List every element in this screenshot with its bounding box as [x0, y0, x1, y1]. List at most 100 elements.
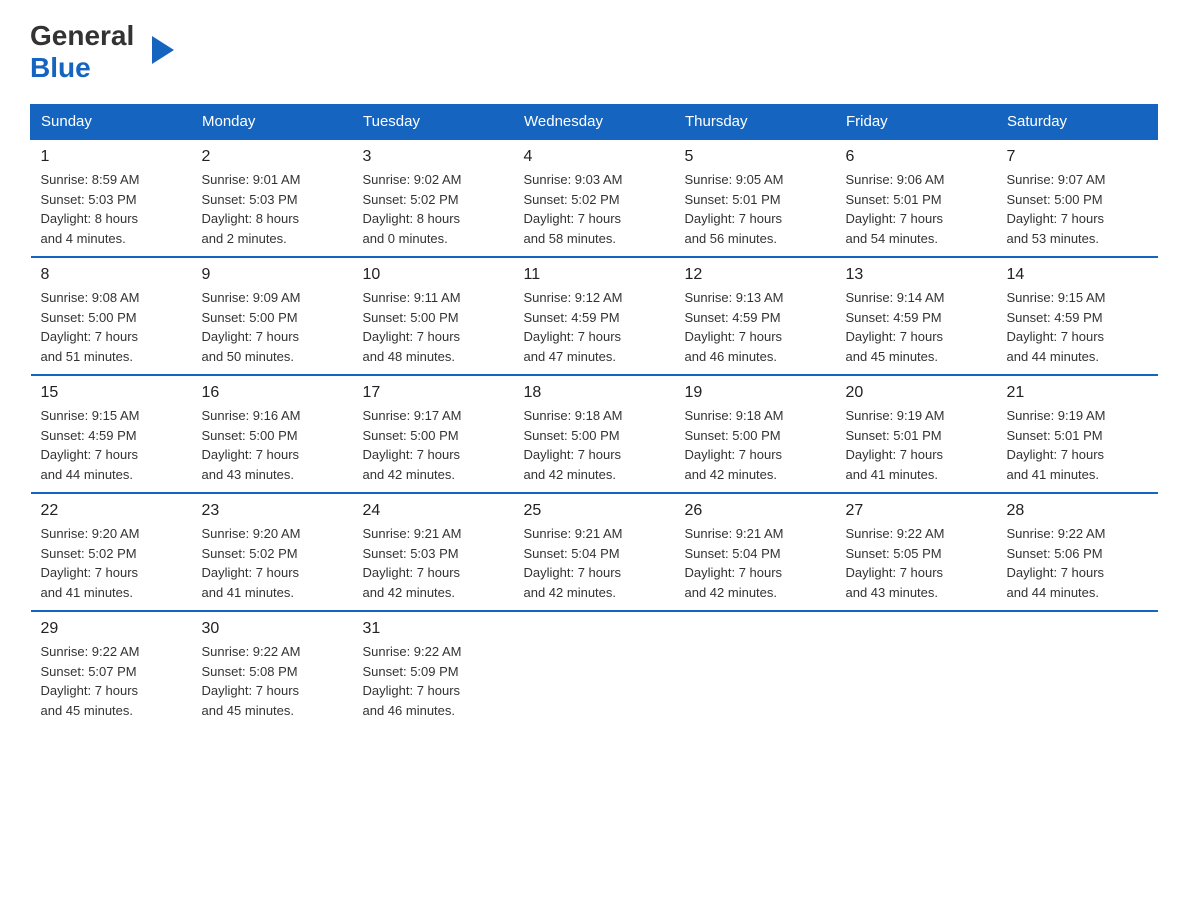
calendar-cell: 9 Sunrise: 9:09 AMSunset: 5:00 PMDayligh…: [192, 257, 353, 375]
day-info: Sunrise: 9:15 AMSunset: 4:59 PMDaylight:…: [1007, 288, 1148, 366]
page-header: General Blue: [30, 20, 1158, 84]
day-info: Sunrise: 9:15 AMSunset: 4:59 PMDaylight:…: [41, 406, 182, 484]
calendar-week-4: 22 Sunrise: 9:20 AMSunset: 5:02 PMDaylig…: [31, 493, 1158, 611]
calendar-cell: 11 Sunrise: 9:12 AMSunset: 4:59 PMDaylig…: [514, 257, 675, 375]
calendar-cell: 2 Sunrise: 9:01 AMSunset: 5:03 PMDayligh…: [192, 139, 353, 257]
weekday-header-row: SundayMondayTuesdayWednesdayThursdayFrid…: [31, 105, 1158, 140]
calendar-cell: 24 Sunrise: 9:21 AMSunset: 5:03 PMDaylig…: [353, 493, 514, 611]
calendar-cell: [675, 611, 836, 728]
day-number: 22: [41, 502, 182, 520]
day-info: Sunrise: 9:18 AMSunset: 5:00 PMDaylight:…: [524, 406, 665, 484]
day-info: Sunrise: 9:14 AMSunset: 4:59 PMDaylight:…: [846, 288, 987, 366]
weekday-thursday: Thursday: [675, 105, 836, 140]
calendar-cell: 28 Sunrise: 9:22 AMSunset: 5:06 PMDaylig…: [997, 493, 1158, 611]
calendar-cell: 19 Sunrise: 9:18 AMSunset: 5:00 PMDaylig…: [675, 375, 836, 493]
day-info: Sunrise: 9:16 AMSunset: 5:00 PMDaylight:…: [202, 406, 343, 484]
calendar-cell: 6 Sunrise: 9:06 AMSunset: 5:01 PMDayligh…: [836, 139, 997, 257]
calendar-week-1: 1 Sunrise: 8:59 AMSunset: 5:03 PMDayligh…: [31, 139, 1158, 257]
calendar-cell: 7 Sunrise: 9:07 AMSunset: 5:00 PMDayligh…: [997, 139, 1158, 257]
day-number: 2: [202, 148, 343, 166]
calendar-cell: 22 Sunrise: 9:20 AMSunset: 5:02 PMDaylig…: [31, 493, 192, 611]
calendar-header: SundayMondayTuesdayWednesdayThursdayFrid…: [31, 105, 1158, 140]
calendar-cell: 4 Sunrise: 9:03 AMSunset: 5:02 PMDayligh…: [514, 139, 675, 257]
calendar-cell: [836, 611, 997, 728]
weekday-saturday: Saturday: [997, 105, 1158, 140]
calendar-week-3: 15 Sunrise: 9:15 AMSunset: 4:59 PMDaylig…: [31, 375, 1158, 493]
day-info: Sunrise: 9:22 AMSunset: 5:06 PMDaylight:…: [1007, 524, 1148, 602]
calendar-week-2: 8 Sunrise: 9:08 AMSunset: 5:00 PMDayligh…: [31, 257, 1158, 375]
day-info: Sunrise: 9:09 AMSunset: 5:00 PMDaylight:…: [202, 288, 343, 366]
day-number: 7: [1007, 148, 1148, 166]
day-number: 10: [363, 266, 504, 284]
day-number: 13: [846, 266, 987, 284]
calendar-cell: 1 Sunrise: 8:59 AMSunset: 5:03 PMDayligh…: [31, 139, 192, 257]
calendar-cell: 14 Sunrise: 9:15 AMSunset: 4:59 PMDaylig…: [997, 257, 1158, 375]
day-number: 23: [202, 502, 343, 520]
calendar-cell: 31 Sunrise: 9:22 AMSunset: 5:09 PMDaylig…: [353, 611, 514, 728]
day-number: 17: [363, 384, 504, 402]
day-info: Sunrise: 9:12 AMSunset: 4:59 PMDaylight:…: [524, 288, 665, 366]
weekday-wednesday: Wednesday: [514, 105, 675, 140]
day-number: 25: [524, 502, 665, 520]
calendar-cell: 13 Sunrise: 9:14 AMSunset: 4:59 PMDaylig…: [836, 257, 997, 375]
day-info: Sunrise: 9:19 AMSunset: 5:01 PMDaylight:…: [846, 406, 987, 484]
day-number: 15: [41, 384, 182, 402]
calendar-table: SundayMondayTuesdayWednesdayThursdayFrid…: [30, 104, 1158, 728]
logo-blue-text: Blue: [30, 52, 91, 83]
calendar-cell: 29 Sunrise: 9:22 AMSunset: 5:07 PMDaylig…: [31, 611, 192, 728]
day-number: 31: [363, 620, 504, 638]
weekday-tuesday: Tuesday: [353, 105, 514, 140]
calendar-cell: 25 Sunrise: 9:21 AMSunset: 5:04 PMDaylig…: [514, 493, 675, 611]
calendar-cell: 23 Sunrise: 9:20 AMSunset: 5:02 PMDaylig…: [192, 493, 353, 611]
calendar-cell: 15 Sunrise: 9:15 AMSunset: 4:59 PMDaylig…: [31, 375, 192, 493]
calendar-cell: 20 Sunrise: 9:19 AMSunset: 5:01 PMDaylig…: [836, 375, 997, 493]
day-number: 26: [685, 502, 826, 520]
day-number: 4: [524, 148, 665, 166]
day-number: 5: [685, 148, 826, 166]
day-info: Sunrise: 8:59 AMSunset: 5:03 PMDaylight:…: [41, 170, 182, 248]
day-number: 16: [202, 384, 343, 402]
day-number: 30: [202, 620, 343, 638]
weekday-friday: Friday: [836, 105, 997, 140]
day-number: 24: [363, 502, 504, 520]
logo-general-text: General: [30, 20, 134, 52]
calendar-cell: [514, 611, 675, 728]
day-info: Sunrise: 9:17 AMSunset: 5:00 PMDaylight:…: [363, 406, 504, 484]
calendar-cell: 17 Sunrise: 9:17 AMSunset: 5:00 PMDaylig…: [353, 375, 514, 493]
calendar-cell: 12 Sunrise: 9:13 AMSunset: 4:59 PMDaylig…: [675, 257, 836, 375]
day-number: 21: [1007, 384, 1148, 402]
day-number: 3: [363, 148, 504, 166]
calendar-cell: 3 Sunrise: 9:02 AMSunset: 5:02 PMDayligh…: [353, 139, 514, 257]
day-number: 20: [846, 384, 987, 402]
day-info: Sunrise: 9:21 AMSunset: 5:04 PMDaylight:…: [524, 524, 665, 602]
day-info: Sunrise: 9:21 AMSunset: 5:04 PMDaylight:…: [685, 524, 826, 602]
day-info: Sunrise: 9:22 AMSunset: 5:07 PMDaylight:…: [41, 642, 182, 720]
day-number: 18: [524, 384, 665, 402]
day-number: 6: [846, 148, 987, 166]
day-info: Sunrise: 9:13 AMSunset: 4:59 PMDaylight:…: [685, 288, 826, 366]
day-info: Sunrise: 9:20 AMSunset: 5:02 PMDaylight:…: [202, 524, 343, 602]
calendar-cell: 27 Sunrise: 9:22 AMSunset: 5:05 PMDaylig…: [836, 493, 997, 611]
day-info: Sunrise: 9:05 AMSunset: 5:01 PMDaylight:…: [685, 170, 826, 248]
day-info: Sunrise: 9:19 AMSunset: 5:01 PMDaylight:…: [1007, 406, 1148, 484]
day-info: Sunrise: 9:01 AMSunset: 5:03 PMDaylight:…: [202, 170, 343, 248]
day-info: Sunrise: 9:08 AMSunset: 5:00 PMDaylight:…: [41, 288, 182, 366]
day-number: 1: [41, 148, 182, 166]
day-info: Sunrise: 9:02 AMSunset: 5:02 PMDaylight:…: [363, 170, 504, 248]
day-number: 14: [1007, 266, 1148, 284]
day-number: 12: [685, 266, 826, 284]
day-info: Sunrise: 9:18 AMSunset: 5:00 PMDaylight:…: [685, 406, 826, 484]
day-info: Sunrise: 9:22 AMSunset: 5:09 PMDaylight:…: [363, 642, 504, 720]
weekday-monday: Monday: [192, 105, 353, 140]
day-number: 19: [685, 384, 826, 402]
calendar-cell: 16 Sunrise: 9:16 AMSunset: 5:00 PMDaylig…: [192, 375, 353, 493]
day-info: Sunrise: 9:06 AMSunset: 5:01 PMDaylight:…: [846, 170, 987, 248]
day-info: Sunrise: 9:22 AMSunset: 5:08 PMDaylight:…: [202, 642, 343, 720]
day-number: 9: [202, 266, 343, 284]
day-info: Sunrise: 9:11 AMSunset: 5:00 PMDaylight:…: [363, 288, 504, 366]
calendar-cell: 30 Sunrise: 9:22 AMSunset: 5:08 PMDaylig…: [192, 611, 353, 728]
weekday-sunday: Sunday: [31, 105, 192, 140]
day-info: Sunrise: 9:21 AMSunset: 5:03 PMDaylight:…: [363, 524, 504, 602]
calendar-cell: 8 Sunrise: 9:08 AMSunset: 5:00 PMDayligh…: [31, 257, 192, 375]
day-info: Sunrise: 9:20 AMSunset: 5:02 PMDaylight:…: [41, 524, 182, 602]
